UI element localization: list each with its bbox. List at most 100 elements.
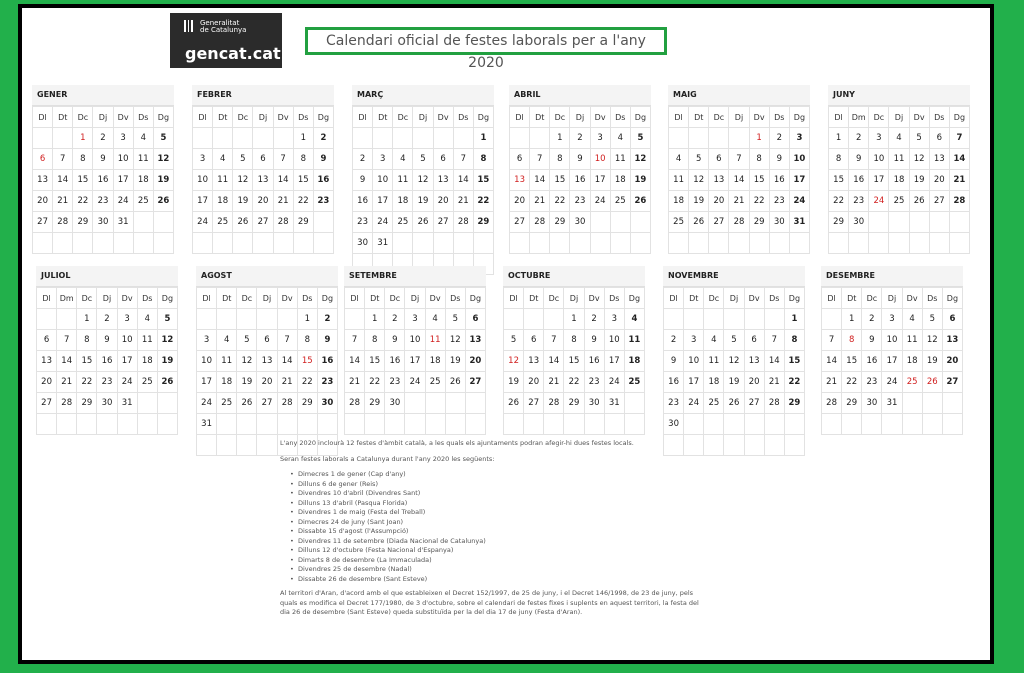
day-cell: 3 (191, 148, 214, 170)
day-cell: 8 (296, 329, 318, 351)
empty-cell (848, 232, 870, 254)
day-cell: 4 (216, 329, 238, 351)
empty-cell (404, 392, 426, 414)
empty-cell (272, 127, 294, 149)
empty-cell (31, 127, 54, 149)
empty-cell (708, 232, 730, 254)
day-cell: 12 (152, 148, 175, 170)
day-cell: 17 (372, 190, 394, 212)
day-cell: 12 (232, 169, 254, 191)
day-cell: 4 (392, 148, 414, 170)
day-cell: 16 (662, 371, 685, 393)
page-title: Calendari oficial de festes laborals per… (305, 27, 667, 71)
weekday-header: Dg (788, 106, 811, 128)
month-name: GENER (32, 85, 174, 106)
gencat-logo[interactable]: Generalitat de Catalunya gencat.cat (170, 13, 282, 68)
empty-cell (523, 308, 545, 330)
day-cell: 12 (236, 350, 258, 372)
holiday-list-item: Divendres 10 d'abril (Divendres Sant) (290, 489, 700, 499)
day-cell: 26 (908, 190, 930, 212)
empty-cell (941, 413, 964, 435)
empty-cell (783, 413, 806, 435)
weekday-header: Dv (424, 287, 446, 309)
day-cell: 26 (236, 392, 258, 414)
day-cell: 11 (132, 148, 154, 170)
day-cell: 23 (312, 190, 335, 212)
day-cell: 14 (728, 169, 750, 191)
day-cell: 28 (763, 392, 785, 414)
day-cell: 17 (112, 169, 134, 191)
day-cell: 1 (783, 308, 806, 330)
day-cell: 6 (31, 148, 54, 170)
day-cell: 22 (563, 371, 585, 393)
weekday-header: Dl (191, 106, 214, 128)
weekday-header: Dt (212, 106, 234, 128)
day-cell: 25 (623, 371, 646, 393)
day-cell: 21 (276, 371, 298, 393)
empty-cell (683, 308, 705, 330)
day-cell: 6 (941, 308, 964, 330)
day-cell: 17 (788, 169, 811, 191)
day-cell: 2 (583, 308, 605, 330)
day-cell: 21 (343, 371, 366, 393)
day-cell: 20 (928, 169, 950, 191)
weekday-header: Dg (472, 106, 495, 128)
day-cell: 15 (841, 350, 863, 372)
day-cell: 31 (195, 413, 218, 435)
empty-cell (703, 434, 725, 456)
day-cell: 5 (688, 148, 710, 170)
empty-cell (921, 392, 943, 414)
empty-cell (529, 127, 551, 149)
day-cell: 22 (827, 190, 850, 212)
empty-cell (667, 232, 690, 254)
day-cell: 14 (543, 350, 565, 372)
day-cell: 27 (508, 211, 531, 233)
empty-cell (191, 232, 214, 254)
weekday-header: Dc (236, 287, 258, 309)
weekday-header: Ds (132, 106, 154, 128)
weekday-header: Dm (56, 287, 78, 309)
day-cell: 9 (861, 329, 883, 351)
empty-cell (623, 413, 646, 435)
day-cell: 23 (384, 371, 406, 393)
day-cell: 10 (881, 329, 903, 351)
day-cell: 7 (543, 329, 565, 351)
weekday-header: Ds (928, 106, 950, 128)
day-cell: 12 (156, 329, 179, 351)
empty-cell (921, 413, 943, 435)
weekday-header: Dg (629, 106, 652, 128)
day-cell: 5 (629, 127, 652, 149)
day-cell: 15 (292, 169, 314, 191)
day-cell: 24 (788, 190, 811, 212)
day-cell: 18 (888, 169, 910, 191)
empty-cell (783, 434, 806, 456)
holiday-list-item: Dimecres 1 de gener (Cap d'any) (290, 470, 700, 480)
day-cell: 8 (827, 148, 850, 170)
day-cell: 5 (908, 127, 930, 149)
day-cell: 23 (583, 371, 605, 393)
day-cell: 9 (316, 329, 339, 351)
day-cell: 30 (92, 211, 114, 233)
day-cell: 18 (392, 190, 414, 212)
day-cell: 17 (195, 371, 218, 393)
empty-cell (256, 434, 278, 456)
empty-cell (296, 413, 318, 435)
day-cell: 4 (703, 329, 725, 351)
empty-cell (236, 434, 258, 456)
day-cell: 6 (928, 127, 950, 149)
empty-cell (688, 127, 710, 149)
day-cell: 22 (72, 190, 94, 212)
empty-cell (312, 232, 335, 254)
empty-cell (888, 211, 910, 233)
day-cell: 28 (452, 211, 474, 233)
day-cell: 27 (35, 392, 58, 414)
day-cell: 9 (569, 148, 591, 170)
day-cell: 12 (444, 329, 466, 351)
month-setembre: SETEMBRE Dl Dt Dc Dj Dv Ds Dg 1 2 3 4 5 6 7 8 9 10 11 12 13 1… (343, 266, 487, 435)
empty-cell (412, 127, 434, 149)
day-cell: 7 (272, 148, 294, 170)
empty-cell (948, 211, 971, 233)
empty-cell (412, 232, 434, 254)
day-cell: 19 (236, 371, 258, 393)
holiday-list-item: Dilluns 6 de gener (Reis) (290, 480, 700, 490)
